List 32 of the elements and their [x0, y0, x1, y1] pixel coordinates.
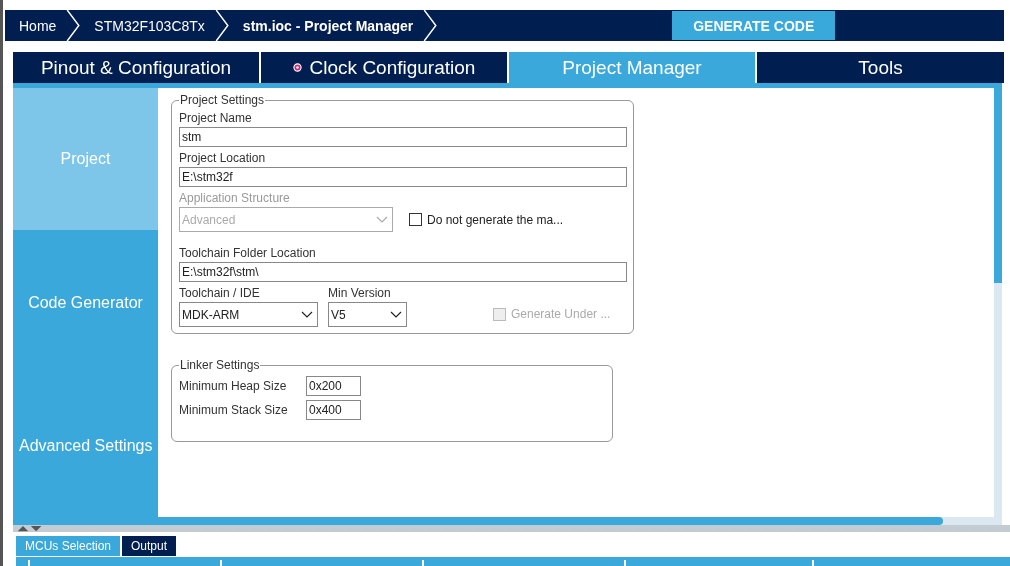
chevron-icon	[423, 10, 438, 41]
field-label: Project Name	[179, 111, 253, 127]
tab[interactable]: Output	[122, 536, 177, 556]
field-label: Project Location	[179, 151, 267, 167]
field-label: Minimum Heap Size	[179, 379, 288, 393]
tab[interactable]: Pinout & Configuration	[13, 52, 259, 83]
field-label: Toolchain / IDE	[179, 286, 261, 302]
input-field[interactable]: E:\stm32f\stm\	[179, 262, 627, 282]
input-field[interactable]: stm	[179, 127, 627, 147]
breadcrumb-link[interactable]: stm.ioc - Project Manager	[228, 17, 424, 34]
chevron-icon	[214, 10, 229, 41]
chevron-icon	[66, 10, 81, 41]
horizontal-scrollbar[interactable]	[13, 517, 1002, 525]
tab[interactable]: Tools	[757, 52, 1004, 83]
chevron-down-icon	[301, 310, 313, 319]
field-label: Application Structure	[179, 191, 291, 207]
input-field[interactable]: 0x200	[306, 376, 361, 396]
field-label: Min Version	[328, 286, 392, 302]
tab[interactable]: Clock Configuration	[261, 52, 507, 83]
breadcrumb-link[interactable]: STM32F103C8Tx	[80, 17, 215, 34]
group-title: Project Settings	[179, 93, 266, 107]
chevron-down-icon	[376, 215, 388, 224]
dropdown[interactable]: MDK-ARM	[179, 302, 318, 327]
chevron-down-icon	[390, 310, 402, 319]
input-field[interactable]: E:\stm32f	[179, 167, 627, 187]
input-field[interactable]: 0x400	[306, 400, 361, 420]
field-label: Minimum Stack Size	[179, 403, 289, 417]
field-label: Toolchain Folder Location	[179, 246, 317, 262]
dropdown[interactable]: V5	[328, 302, 407, 327]
checkbox[interactable]: Do not generate the ma...	[409, 212, 564, 227]
breadcrumb-link[interactable]: Home	[5, 17, 67, 34]
group-title: Linker Settings	[179, 358, 261, 372]
